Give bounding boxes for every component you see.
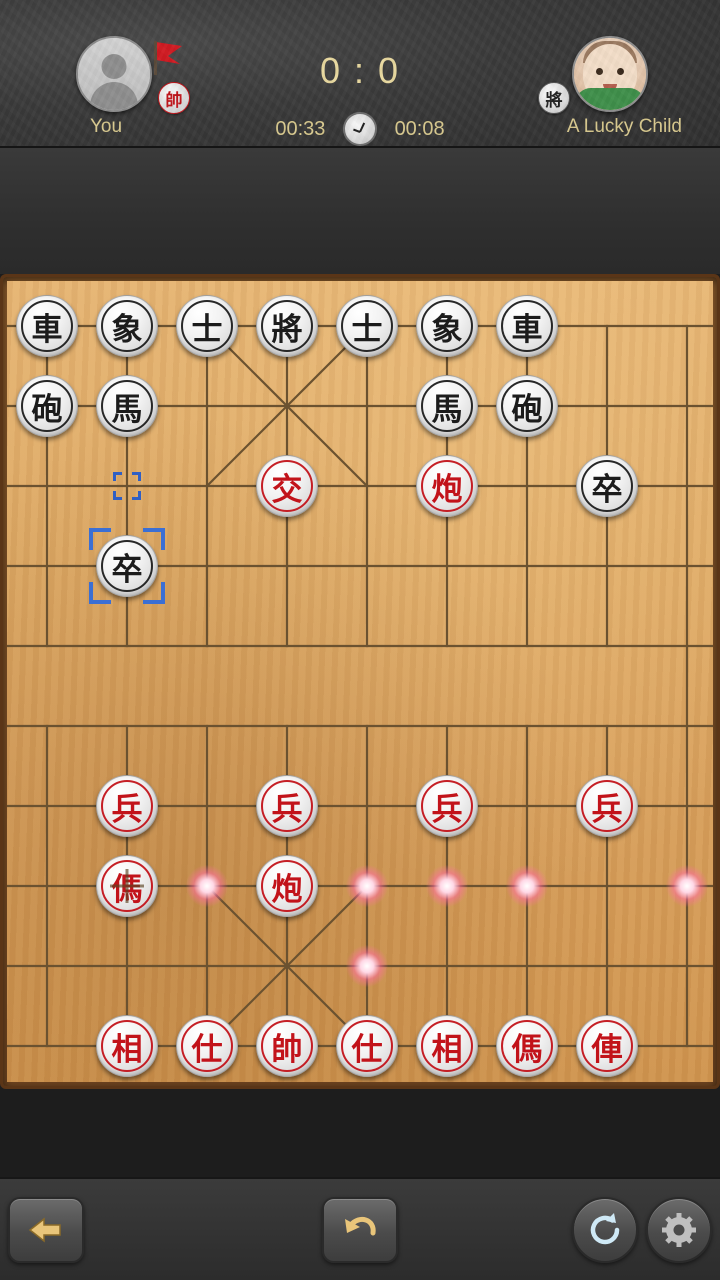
piece-label: 車 <box>511 311 543 348</box>
gear-icon <box>662 1213 696 1247</box>
board-piece[interactable]: 交 <box>256 455 318 517</box>
board-piece[interactable]: 俥 <box>576 1015 638 1077</box>
piece-label: 士 <box>351 311 383 348</box>
piece-label: 馬 <box>431 391 463 428</box>
board-piece[interactable]: 象 <box>416 295 478 357</box>
piece-label: 帥 <box>271 1031 303 1068</box>
piece-label: 兵 <box>591 791 623 828</box>
board-piece[interactable]: 車 <box>16 295 78 357</box>
back-arrow-icon <box>28 1217 61 1243</box>
refresh-button[interactable] <box>572 1197 638 1263</box>
piece-label: 傌 <box>511 1031 543 1068</box>
player-right-name: A Lucky Child <box>566 116 682 137</box>
board-piece[interactable]: 炮 <box>256 855 318 917</box>
board-piece[interactable]: 相 <box>416 1015 478 1077</box>
piece-label: 炮 <box>271 871 303 908</box>
xiangqi-board[interactable]: 車象士將士象車砲馬馬砲卒交炮卒卒兵兵兵兵兵傌炮俥相仕帥仕相傌俥 <box>7 281 713 1082</box>
piece-label: 車 <box>31 311 63 348</box>
board-piece[interactable]: 兵 <box>576 775 638 837</box>
piece-label: 兵 <box>431 791 463 828</box>
piece-label: 兵 <box>111 791 143 828</box>
player-right-side-piece: 將 <box>538 82 570 114</box>
board-piece[interactable]: 傌 <box>496 1015 558 1077</box>
board-piece[interactable]: 馬 <box>416 375 478 437</box>
piece-label: 俥 <box>591 1031 623 1068</box>
piece-label: 士 <box>191 311 223 348</box>
board-piece[interactable]: 仕 <box>336 1015 398 1077</box>
clock-left: 00:33 <box>275 117 326 140</box>
board-piece[interactable]: 士 <box>176 295 238 357</box>
board-piece[interactable]: 馬 <box>96 375 158 437</box>
piece-label: 卒 <box>591 471 623 508</box>
piece-label: 砲 <box>31 391 63 428</box>
bottom-toolbar <box>0 1177 720 1280</box>
board-piece[interactable]: 仕 <box>176 1015 238 1077</box>
board-piece[interactable]: 炮 <box>416 455 478 517</box>
board-piece[interactable]: 兵 <box>96 775 158 837</box>
board-piece[interactable]: 象 <box>96 295 158 357</box>
undo-button[interactable] <box>322 1197 398 1263</box>
piece-label: 相 <box>431 1031 463 1068</box>
piece-label: 象 <box>111 311 143 348</box>
board-piece[interactable]: 傌 <box>96 855 158 917</box>
undo-arrow-icon <box>345 1216 376 1236</box>
game-screen: You 帥 0 : 0 00:33 00:08 將 A Lucky Child … <box>0 0 720 1280</box>
player-right-avatar[interactable] <box>572 36 648 112</box>
board-top-filler <box>0 148 720 274</box>
piece-label: 仕 <box>191 1031 223 1068</box>
piece-label: 象 <box>431 311 463 348</box>
piece-label: 將 <box>271 311 303 348</box>
piece-label: 卒 <box>111 551 143 588</box>
piece-label: 兵 <box>271 791 303 828</box>
top-status-bar: You 帥 0 : 0 00:33 00:08 將 A Lucky Child <box>0 0 720 148</box>
baby-photo-avatar-icon <box>574 38 646 110</box>
board-piece[interactable]: 兵 <box>256 775 318 837</box>
board-piece[interactable]: 卒 <box>96 535 158 597</box>
board-piece[interactable]: 砲 <box>496 375 558 437</box>
board-piece[interactable]: 卒 <box>576 455 638 517</box>
board-piece[interactable]: 將 <box>256 295 318 357</box>
piece-label: 馬 <box>111 391 143 428</box>
piece-label: 傌 <box>111 871 143 908</box>
piece-label: 仕 <box>351 1031 383 1068</box>
piece-label: 交 <box>271 471 303 508</box>
board-piece[interactable]: 車 <box>496 295 558 357</box>
refresh-icon <box>590 1213 620 1245</box>
board-frame: 車象士將士象車砲馬馬砲卒交炮卒卒兵兵兵兵兵傌炮俥相仕帥仕相傌俥 <box>0 274 720 1089</box>
back-button[interactable] <box>8 1197 84 1263</box>
analog-clock-icon <box>343 112 377 146</box>
piece-label: 炮 <box>431 471 463 508</box>
board-piece[interactable]: 帥 <box>256 1015 318 1077</box>
board-piece[interactable]: 砲 <box>16 375 78 437</box>
piece-label: 砲 <box>511 391 543 428</box>
settings-button[interactable] <box>646 1197 712 1263</box>
clock-right: 00:08 <box>394 117 445 140</box>
board-piece[interactable]: 兵 <box>416 775 478 837</box>
board-piece[interactable]: 士 <box>336 295 398 357</box>
board-piece[interactable]: 相 <box>96 1015 158 1077</box>
piece-label: 相 <box>111 1031 143 1068</box>
